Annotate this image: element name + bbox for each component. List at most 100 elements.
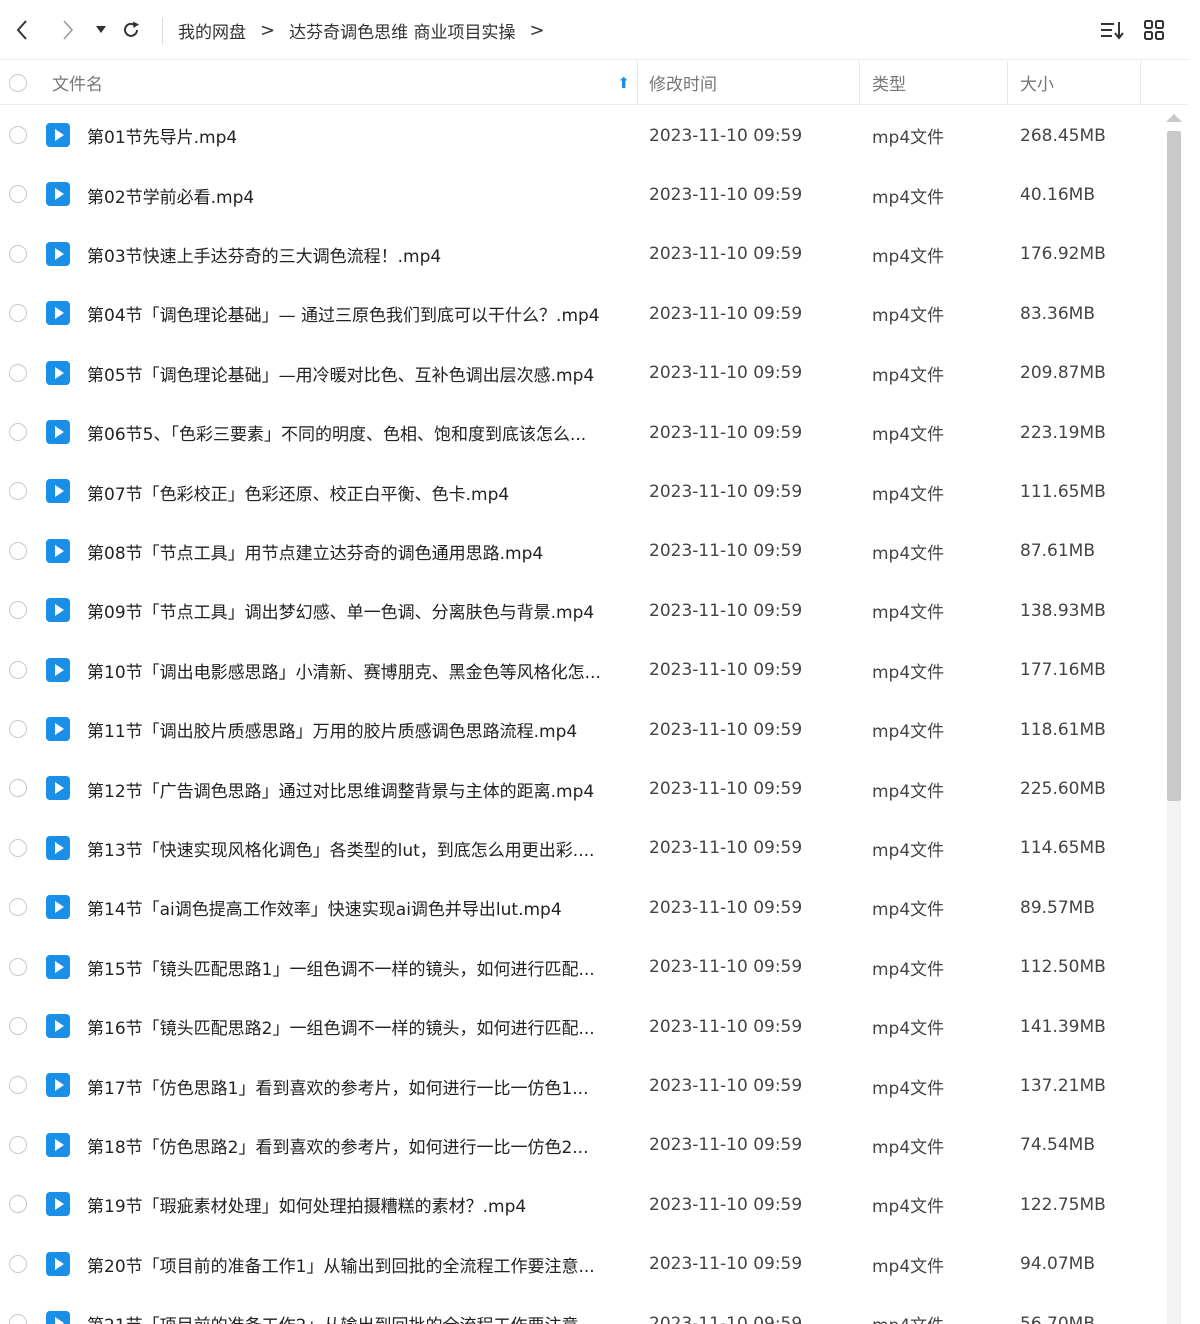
row-checkbox[interactable]	[9, 1076, 27, 1095]
file-type: mp4文件	[872, 1019, 945, 1040]
row-checkbox[interactable]	[9, 244, 27, 263]
file-row[interactable]: 第02节学前必看.mp4 2023-11-10 09:59 mp4文件 40.16MB	[0, 165, 1160, 224]
row-checkbox[interactable]	[9, 720, 27, 738]
file-modified-date: 2023-11-10 09:59	[649, 541, 803, 562]
file-name[interactable]: 第14节「ai调色提高工作效率」快速实现ai调色并导出lut.mp4	[87, 878, 627, 937]
row-checkbox[interactable]	[9, 1195, 27, 1214]
file-row[interactable]: 第08节「节点工具」用节点建立达芬奇的调色通用思路.mp4 2023-11-10 …	[0, 522, 1160, 581]
file-row[interactable]: 第03节快速上手达芬奇的三大调色流程！.mp4 2023-11-10 09:59 m…	[0, 225, 1160, 284]
file-name[interactable]: 第21节「项目前的准备工作2」从输出到回批的全流程工作要注意...	[87, 1294, 627, 1324]
file-name[interactable]: 第13节「快速实现风格化调色」各类型的lut，到底怎么用更出彩....	[87, 819, 627, 878]
file-name[interactable]: 第02节学前必看.mp4	[87, 165, 627, 224]
file-name-text: 第20节「项目前的准备工作1」从输出到回批的全流程工作要注意...	[87, 1256, 595, 1277]
row-checkbox[interactable]	[9, 1254, 27, 1273]
file-row[interactable]: 第06节5、「色彩三要素」不同的明度、色相、饱和度到底该怎么... 2023-11…	[0, 403, 1160, 462]
column-header-type[interactable]: 类型	[872, 61, 1008, 104]
vertical-scrollbar[interactable]	[1163, 106, 1185, 1324]
sort-button[interactable]	[1096, 0, 1128, 60]
video-file-icon	[46, 360, 70, 385]
file-row[interactable]: 第20节「项目前的准备工作1」从输出到回批的全流程工作要注意... 2023-11…	[0, 1235, 1160, 1294]
column-header-size[interactable]: 大小	[1020, 61, 1140, 104]
view-toggle-button[interactable]	[1140, 0, 1168, 60]
file-type: mp4文件	[872, 1197, 945, 1218]
file-modified-date: 2023-11-10 09:59	[649, 897, 803, 918]
row-checkbox[interactable]	[9, 1314, 27, 1324]
file-row[interactable]: 第01节先导片.mp4 2023-11-10 09:59 mp4文件 268.45MB	[0, 106, 1160, 165]
row-checkbox[interactable]	[9, 1135, 27, 1154]
row-checkbox[interactable]	[9, 601, 27, 620]
file-row[interactable]: 第09节「节点工具」调出梦幻感、单一色调、分离肤色与背景.mp4 2023-11-…	[0, 581, 1160, 640]
file-row[interactable]: 第17节「仿色思路1」看到喜欢的参考片，如何进行一比一仿色1... 2023-11…	[0, 1056, 1160, 1115]
file-name[interactable]: 第16节「镜头匹配思路2」一组色调不一样的镜头，如何进行匹配...	[87, 997, 627, 1056]
file-name[interactable]: 第06节5、「色彩三要素」不同的明度、色相、饱和度到底该怎么...	[87, 403, 627, 462]
file-name[interactable]: 第03节快速上手达芬奇的三大调色流程！.mp4	[87, 225, 627, 284]
row-checkbox[interactable]	[9, 957, 27, 976]
row-checkbox[interactable]	[9, 898, 27, 917]
file-name[interactable]: 第01节先导片.mp4	[87, 106, 627, 165]
breadcrumb: 我的网盘 > 达芬奇调色思维 商业项目实操 >	[178, 0, 559, 60]
breadcrumb-separator: >	[260, 19, 276, 41]
file-row[interactable]: 第11节「调出胶片质感思路」万用的胶片质感调色思路流程.mp4 2023-11-1…	[0, 700, 1160, 759]
file-row[interactable]: 第10节「调出电影感思路」小清新、赛博朋克、黑金色等风格化怎... 2023-11…	[0, 641, 1160, 700]
row-checkbox[interactable]	[9, 1017, 27, 1035]
file-row[interactable]: 第05节「调色理论基础」—用冷暖对比色、互补色调出层次感.mp4 2023-11-…	[0, 344, 1160, 403]
row-checkbox[interactable]	[9, 541, 27, 560]
file-name[interactable]: 第11节「调出胶片质感思路」万用的胶片质感调色思路流程.mp4	[87, 700, 627, 759]
file-name[interactable]: 第04节「调色理论基础」— 通过三原色我们到底可以干什么？.mp4	[87, 284, 627, 343]
column-header-name[interactable]: 文件名 ⬆	[52, 61, 638, 104]
file-row[interactable]: 第16节「镜头匹配思路2」一组色调不一样的镜头，如何进行匹配... 2023-11…	[0, 997, 1160, 1056]
breadcrumb-item-root[interactable]: 我的网盘	[178, 18, 246, 43]
file-type: mp4文件	[872, 246, 945, 267]
row-checkbox[interactable]	[9, 660, 27, 679]
row-checkbox[interactable]	[9, 126, 27, 144]
file-row[interactable]: 第15节「镜头匹配思路1」一组色调不一样的镜头，如何进行匹配... 2023-11…	[0, 938, 1160, 997]
sort-list-icon	[1101, 22, 1124, 40]
row-checkbox[interactable]	[9, 482, 27, 501]
video-file-icon	[46, 1073, 70, 1098]
history-dropdown[interactable]	[92, 0, 110, 60]
file-name[interactable]: 第05节「调色理论基础」—用冷暖对比色、互补色调出层次感.mp4	[87, 344, 627, 403]
row-checkbox[interactable]	[9, 423, 27, 441]
file-name[interactable]: 第20节「项目前的准备工作1」从输出到回批的全流程工作要注意...	[87, 1235, 627, 1294]
forward-button[interactable]	[54, 0, 82, 60]
file-name[interactable]: 第09节「节点工具」调出梦幻感、单一色调、分离肤色与背景.mp4	[87, 581, 627, 640]
breadcrumb-separator[interactable]: >	[530, 20, 545, 41]
file-row[interactable]: 第18节「仿色思路2」看到喜欢的参考片，如何进行一比一仿色2... 2023-11…	[0, 1116, 1160, 1175]
column-header-size-label: 大小	[1020, 75, 1054, 95]
scrollbar-thumb[interactable]	[1167, 131, 1181, 801]
file-row[interactable]: 第19节「瑕疵素材处理」如何处理拍摄糟糕的素材？.mp4 2023-11-10 0…	[0, 1175, 1160, 1234]
file-row[interactable]: 第07节「色彩校正」色彩还原、校正白平衡、色卡.mp4 2023-11-10 09…	[0, 462, 1160, 521]
video-file-icon	[46, 123, 70, 147]
file-row[interactable]: 第13节「快速实现风格化调色」各类型的lut，到底怎么用更出彩.... 2023-…	[0, 819, 1160, 878]
file-size: 114.65MB	[1020, 838, 1106, 859]
scroll-up-arrow-icon[interactable]	[1166, 114, 1182, 122]
file-row[interactable]: 第12节「广告调色思路」通过对比思维调整背景与主体的距离.mp4 2023-11-…	[0, 759, 1160, 818]
file-name-text: 第17节「仿色思路1」看到喜欢的参考片，如何进行一比一仿色1...	[87, 1078, 589, 1099]
video-file-icon	[46, 657, 70, 682]
row-checkbox[interactable]	[9, 304, 27, 323]
file-name[interactable]: 第10节「调出电影感思路」小清新、赛博朋克、黑金色等风格化怎...	[87, 641, 627, 700]
file-type: mp4文件	[872, 781, 945, 802]
refresh-button[interactable]	[118, 0, 144, 60]
file-name[interactable]: 第19节「瑕疵素材处理」如何处理拍摄糟糕的素材？.mp4	[87, 1175, 627, 1234]
file-name[interactable]: 第18节「仿色思路2」看到喜欢的参考片，如何进行一比一仿色2...	[87, 1116, 627, 1175]
file-name[interactable]: 第17节「仿色思路1」看到喜欢的参考片，如何进行一比一仿色1...	[87, 1056, 627, 1115]
file-name[interactable]: 第07节「色彩校正」色彩还原、校正白平衡、色卡.mp4	[87, 462, 627, 521]
select-all-checkbox[interactable]	[9, 74, 27, 92]
breadcrumb-item-folder[interactable]: 达芬奇调色思维 商业项目实操	[289, 18, 515, 43]
file-row[interactable]: 第04节「调色理论基础」— 通过三原色我们到底可以干什么？.mp4 2023-11…	[0, 284, 1160, 343]
row-checkbox[interactable]	[9, 185, 27, 204]
file-name[interactable]: 第12节「广告调色思路」通过对比思维调整背景与主体的距离.mp4	[87, 759, 627, 818]
file-row[interactable]: 第14节「ai调色提高工作效率」快速实现ai调色并导出lut.mp4 2023-1…	[0, 878, 1160, 937]
file-size: 176.92MB	[1020, 244, 1106, 265]
row-checkbox[interactable]	[9, 363, 27, 382]
scrollbar-track[interactable]	[1167, 801, 1181, 1324]
file-name-text: 第21节「项目前的准备工作2」从输出到回批的全流程工作要注意...	[87, 1311, 595, 1324]
back-button[interactable]	[8, 0, 36, 60]
file-name[interactable]: 第15节「镜头匹配思路1」一组色调不一样的镜头，如何进行匹配...	[87, 938, 627, 997]
row-checkbox[interactable]	[9, 838, 27, 857]
row-checkbox[interactable]	[9, 779, 27, 798]
file-row[interactable]: 第21节「项目前的准备工作2」从输出到回批的全流程工作要注意... 2023-11…	[0, 1294, 1160, 1324]
file-name[interactable]: 第08节「节点工具」用节点建立达芬奇的调色通用思路.mp4	[87, 522, 627, 581]
column-header-modified[interactable]: 修改时间	[649, 61, 859, 104]
